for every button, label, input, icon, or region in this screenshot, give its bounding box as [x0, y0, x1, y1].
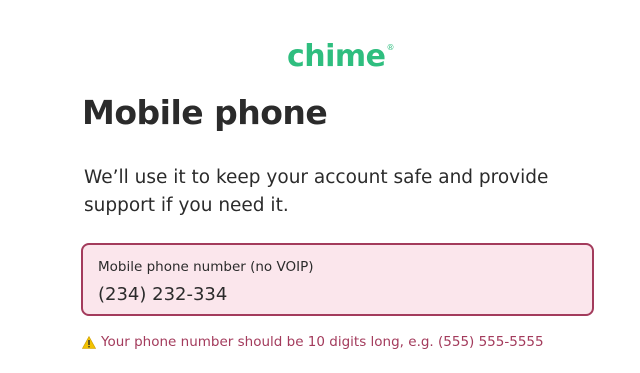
logo-text: chime — [287, 39, 386, 74]
page-title: Mobile phone — [82, 93, 328, 132]
chime-logo: chime® — [287, 28, 395, 77]
phone-number-input[interactable] — [98, 281, 568, 307]
page-subtitle: We’ll use it to keep your account safe a… — [84, 167, 549, 216]
phone-error-message: Your phone number should be 10 digits lo… — [82, 333, 544, 351]
error-text: Your phone number should be 10 digits lo… — [101, 334, 544, 350]
phone-number-field[interactable]: Mobile phone number (no VOIP) — [81, 243, 594, 316]
phone-number-label: Mobile phone number (no VOIP) — [98, 259, 314, 275]
registered-mark: ® — [386, 43, 395, 52]
page: chime® Mobile phone We’ll use it to keep… — [0, 0, 640, 373]
warning-icon — [82, 335, 96, 349]
